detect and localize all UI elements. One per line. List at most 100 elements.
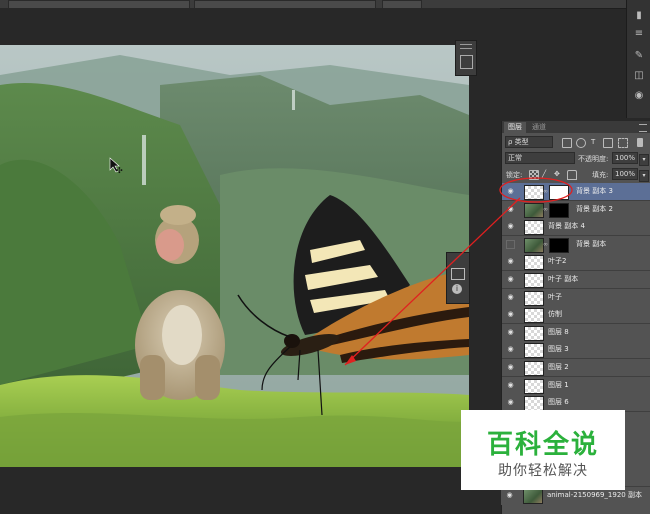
layer-mask-thumbnail[interactable]: [549, 237, 569, 253]
visibility-eye-icon[interactable]: ◉: [506, 363, 515, 371]
visibility-eye-icon[interactable]: ◉: [506, 345, 515, 353]
watermark-subtitle: 助你轻松解决: [498, 463, 588, 479]
lock-row: 锁定: ╱ ✥ 填充: 100% ▾: [502, 168, 650, 182]
visibility-eye-icon[interactable]: ◉: [506, 328, 515, 336]
layer-thumbnail: [524, 220, 544, 236]
mask-link-icon[interactable]: ∞: [543, 241, 548, 248]
layer-thumbnail: [523, 489, 543, 504]
visibility-eye-icon[interactable]: ◉: [506, 381, 515, 389]
layer-mask-thumbnail[interactable]: [549, 202, 569, 218]
collapsed-panel[interactable]: [455, 40, 477, 76]
visibility-eye-icon[interactable]: ◉: [506, 398, 515, 406]
layer-row[interactable]: ◉ ∞ 背景 副本 2: [502, 200, 650, 219]
layer-mask-thumbnail[interactable]: [549, 185, 569, 200]
pixel-filter-icon[interactable]: [562, 138, 572, 148]
filter-toggle-icon[interactable]: [637, 138, 643, 147]
layer-name: 背景 副本 3: [576, 187, 613, 195]
layer-thumbnail: [524, 202, 544, 218]
layer-name: 图层 8: [548, 327, 569, 336]
layer-row[interactable]: ◉ 叶子: [502, 288, 650, 307]
layer-thumbnail: [524, 290, 544, 306]
layer-thumbnail: [524, 237, 544, 253]
layer-name: 图层 3: [548, 345, 569, 354]
lock-all-icon[interactable]: [567, 170, 577, 180]
layer-row[interactable]: ◉ 图层 3: [502, 341, 650, 360]
layer-thumbnail: [524, 343, 544, 359]
smart-object-filter-icon[interactable]: [618, 138, 628, 148]
shape-filter-icon[interactable]: [603, 138, 613, 148]
layer-name: 叶子2: [548, 257, 567, 266]
visibility-eye-icon[interactable]: ◉: [506, 187, 515, 195]
layer-row[interactable]: ◉ 背景 副本 4: [502, 218, 650, 237]
visibility-eye-icon[interactable]: ◉: [506, 205, 515, 213]
brush-icon[interactable]: ✎: [633, 50, 645, 62]
layer-row[interactable]: ◉ 叶子2: [502, 253, 650, 272]
right-tool-strip: ▮ ≡ ✎ ◫ ◉: [626, 0, 650, 118]
layer-name: 仿制: [548, 310, 562, 319]
layer-thumbnail: [524, 378, 544, 394]
fill-dropdown-icon[interactable]: ▾: [639, 170, 649, 182]
layer-name: 背景 副本 4: [548, 222, 585, 231]
panel-tabs: 图层 通道: [502, 121, 650, 133]
tab-channels[interactable]: 通道: [528, 122, 550, 133]
watermark-title: 百科全说: [486, 430, 599, 460]
lock-transparent-icon[interactable]: [529, 170, 539, 180]
layer-row[interactable]: ◉ 图层 1: [502, 376, 650, 395]
lock-paint-icon[interactable]: ╱: [542, 169, 546, 179]
visibility-eye-icon[interactable]: ◉: [506, 222, 515, 230]
collapsed-panel-properties[interactable]: i: [446, 252, 470, 304]
visibility-eye-icon[interactable]: [506, 239, 515, 249]
canvas-image: ✣: [0, 45, 469, 467]
histogram-icon[interactable]: ▮: [633, 10, 645, 22]
lock-move-icon[interactable]: ✥: [554, 169, 560, 179]
layer-name: animal-2150969_1920 副本: [547, 491, 642, 499]
blend-row: 正常 不透明度: 100% ▾: [502, 152, 650, 166]
visibility-eye-icon[interactable]: ◉: [506, 275, 515, 283]
document-canvas[interactable]: ✣: [0, 45, 469, 467]
swatches-icon[interactable]: ◫: [633, 70, 645, 82]
layer-thumbnail: [524, 185, 544, 200]
fill-label: 填充:: [592, 171, 609, 179]
layer-thumbnail: [524, 396, 544, 412]
visibility-eye-icon[interactable]: ◉: [506, 310, 515, 318]
layer-name: 图层 6: [548, 398, 569, 407]
layer-thumbnail: [524, 255, 544, 271]
layer-thumbnail: [524, 308, 544, 324]
filter-kind-select[interactable]: ρ 类型: [505, 136, 553, 148]
info-icon[interactable]: i: [452, 284, 462, 294]
opacity-input[interactable]: 100%: [612, 152, 638, 164]
fill-input[interactable]: 100%: [612, 168, 638, 180]
layer-row[interactable]: ◉ 图层 2: [502, 359, 650, 377]
layer-name: 叶子: [548, 292, 562, 301]
layer-row[interactable]: ◉ 图层 8: [502, 323, 650, 342]
layer-row[interactable]: ◉ 叶子 副本: [502, 271, 650, 289]
layer-filter-row: ρ 类型 T: [502, 136, 650, 150]
layer-row[interactable]: ◉ ∞ 背景 副本 3: [502, 183, 650, 201]
adjustments-icon[interactable]: ≡: [633, 28, 645, 40]
panel-menu-icon[interactable]: [639, 124, 647, 132]
layer-name: 叶子 副本: [548, 275, 579, 283]
layer-comps-icon[interactable]: [460, 55, 473, 69]
svg-text:✣: ✣: [116, 166, 123, 175]
tab-layers[interactable]: 图层: [504, 122, 526, 133]
visibility-eye-icon[interactable]: ◉: [505, 491, 514, 499]
watermark-logo: 百科全说 助你轻松解决: [461, 410, 625, 490]
layer-name: 图层 2: [548, 363, 569, 371]
visibility-eye-icon[interactable]: ◉: [506, 293, 515, 301]
adjustment-filter-icon[interactable]: [576, 138, 586, 148]
properties-icon[interactable]: [451, 268, 465, 280]
opacity-dropdown-icon[interactable]: ▾: [639, 154, 649, 166]
mask-link-icon[interactable]: ∞: [543, 188, 548, 195]
mask-link-icon[interactable]: ∞: [543, 206, 548, 213]
blend-mode-select[interactable]: 正常: [505, 152, 575, 164]
layer-name: 背景 副本 2: [576, 204, 613, 213]
panel-grip-icon[interactable]: [460, 44, 472, 49]
layer-thumbnail: [524, 325, 544, 341]
layer-thumbnail: [524, 361, 544, 376]
layer-row[interactable]: ◉ 仿制: [502, 306, 650, 325]
type-filter-icon[interactable]: T: [591, 137, 595, 147]
opacity-label: 不透明度:: [578, 155, 609, 163]
styles-icon[interactable]: ◉: [633, 90, 645, 102]
visibility-eye-icon[interactable]: ◉: [506, 257, 515, 265]
layer-row[interactable]: ∞ 背景 副本: [502, 235, 650, 254]
